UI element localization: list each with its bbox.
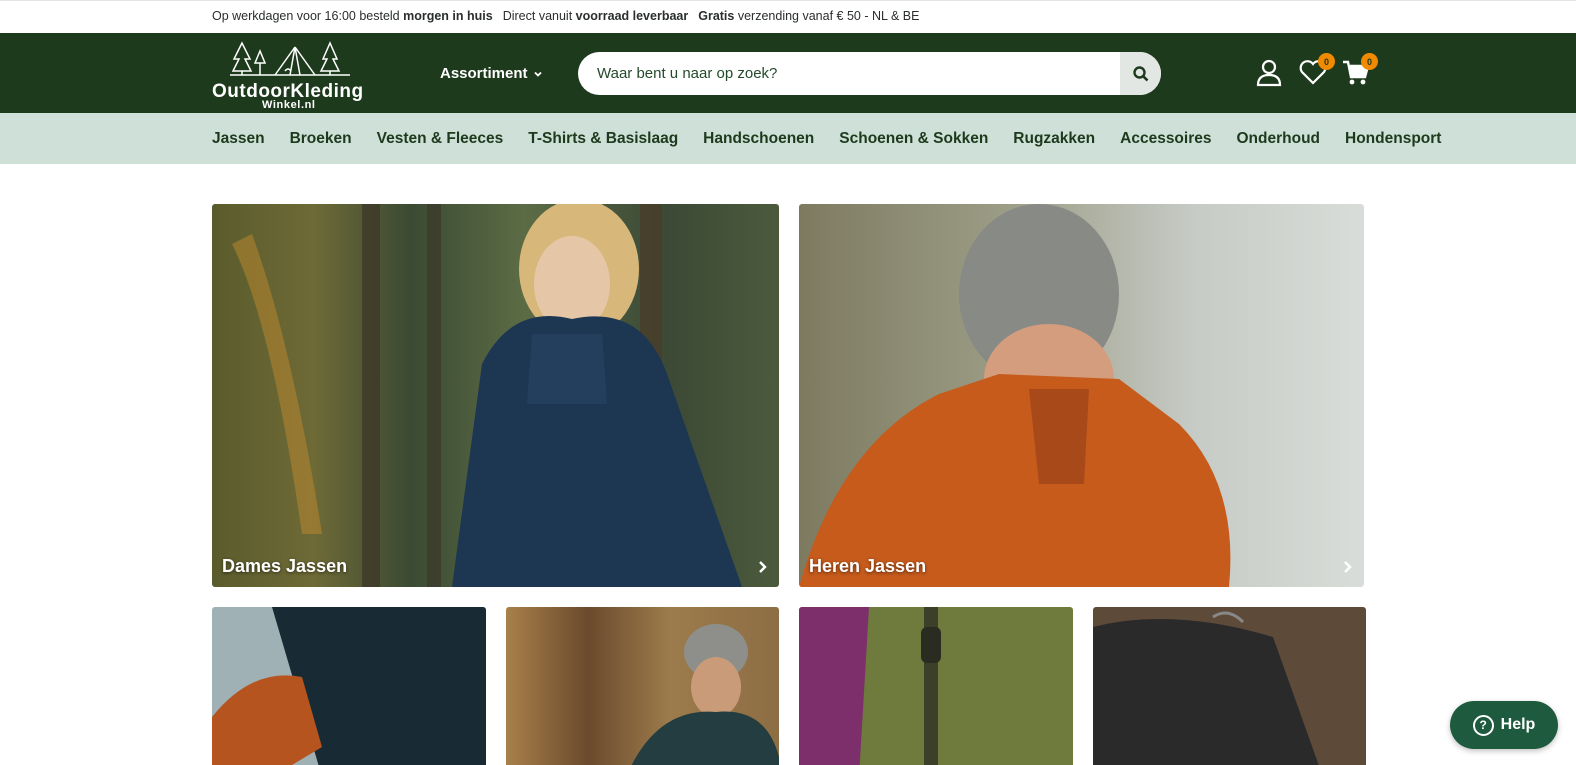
tile-dames-jassen[interactable]: Dames Jassen	[212, 204, 779, 587]
nav-item-tshirts-basislaag[interactable]: T-Shirts & Basislaag	[528, 130, 678, 148]
usp-bar: Op werkdagen voor 16:00 besteld morgen i…	[0, 0, 1576, 33]
usp-delivery: Op werkdagen voor 16:00 besteld morgen i…	[212, 9, 493, 23]
tile-label: Heren Jassen	[809, 556, 927, 576]
account-button[interactable]	[1256, 59, 1284, 87]
nav-item-rugzakken[interactable]: Rugzakken	[1013, 130, 1095, 148]
logo-sub-text: Winkel.nl	[262, 99, 316, 111]
woman-blue-jacket-image	[232, 204, 742, 587]
chevron-down-icon	[533, 71, 542, 77]
nav-item-schoenen-sokken[interactable]: Schoenen & Sokken	[839, 130, 988, 148]
nav-item-broeken[interactable]: Broeken	[290, 130, 352, 148]
help-label: Help	[1500, 716, 1536, 733]
assortiment-menu[interactable]: Assortiment	[440, 65, 543, 82]
nav-item-vesten-fleeces[interactable]: Vesten & Fleeces	[377, 130, 504, 148]
search-input[interactable]	[578, 52, 1118, 95]
chevron-right-icon	[1344, 561, 1352, 573]
user-icon	[1256, 59, 1282, 87]
assortiment-label: Assortiment	[440, 65, 528, 82]
nav-item-handschoenen[interactable]: Handschoenen	[703, 130, 814, 148]
nav-item-accessoires[interactable]: Accessoires	[1120, 130, 1211, 148]
logo-trees-tent-icon	[230, 41, 350, 76]
chevron-right-icon	[759, 561, 767, 573]
nav-item-jassen[interactable]: Jassen	[212, 130, 265, 148]
nav-item-onderhoud[interactable]: Onderhoud	[1236, 130, 1320, 148]
help-button[interactable]: ? Help	[1450, 701, 1558, 749]
dark-trousers-image	[1093, 611, 1319, 765]
nav-item-hondensport[interactable]: Hondensport	[1345, 130, 1441, 148]
category-nav: Jassen Broeken Vesten & Fleeces T-Shirts…	[0, 113, 1576, 164]
man-fleece-image	[631, 624, 779, 765]
tile-heren-jassen[interactable]: Heren Jassen	[799, 204, 1364, 587]
usp-shipping: Gratis verzending vanaf € 50 - NL & BE	[698, 9, 920, 23]
tile-small-1[interactable]	[212, 607, 486, 765]
question-icon: ?	[1472, 714, 1494, 736]
tile-label: Dames Jassen	[222, 556, 348, 576]
cart-button[interactable]: 0	[1342, 53, 1378, 87]
orange-jacket-sleeve-image	[212, 607, 486, 765]
search-button[interactable]	[1120, 52, 1161, 95]
cart-count-badge: 0	[1361, 53, 1378, 70]
wishlist-count-badge: 0	[1318, 53, 1335, 70]
wishlist-button[interactable]: 0	[1299, 53, 1335, 87]
site-header: OutdoorKleding Winkel.nl Assortiment 0 0	[0, 33, 1576, 113]
search-icon	[1132, 65, 1148, 81]
usp-stock: Direct vanuit voorraad leverbaar	[502, 9, 689, 23]
tile-small-4[interactable]	[1093, 607, 1366, 765]
search-bar	[578, 52, 1161, 95]
tile-small-2[interactable]	[506, 607, 779, 765]
site-logo[interactable]: OutdoorKleding Winkel.nl	[212, 41, 380, 111]
green-fleece-zipper-image	[799, 607, 941, 765]
man-orange-jacket-image	[799, 204, 1231, 587]
tile-small-3[interactable]	[799, 607, 1073, 765]
